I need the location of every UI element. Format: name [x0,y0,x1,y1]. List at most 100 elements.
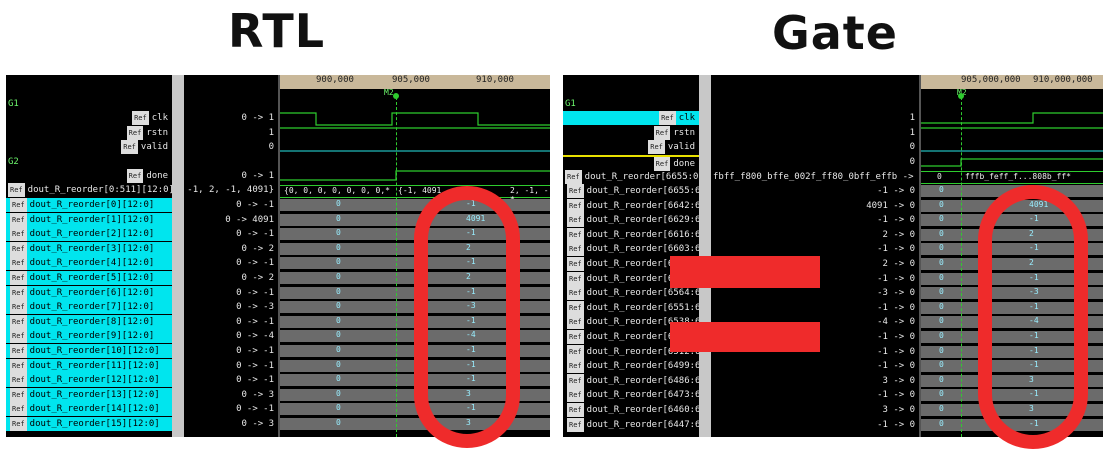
bus-element-row[interactable]: Ref dout_R_reorder[2][12:0] [6,227,172,242]
bus-element-row[interactable]: Ref dout_R_reorder[3][12:0] [6,241,172,256]
rtl-splitter-1[interactable] [172,75,184,437]
wave-old-value: 0 [336,257,341,267]
signal-type-icon: Ref [10,417,27,431]
signal-type-icon: Ref [10,344,27,358]
rstn-value: 1 [909,128,915,138]
signal-type-icon: Ref [567,315,584,330]
bus-element-value: 0 -> 2 [241,273,274,283]
signal-label: dout_R_reorder[1][12:0] [29,214,155,225]
wave-old-value: 0 [939,316,944,326]
bus-wave: {0, 0, 0, 0, 0, 0, 0,* {-1, 4091 2, -1, … [280,185,550,204]
signal-rstn[interactable]: Ref rstn [6,126,172,140]
bus-wave-old: 0 [937,172,942,181]
signal-type-icon: Ref [567,198,584,213]
signal-type-icon: Ref [567,344,584,359]
signal-type-icon: Ref [567,417,584,432]
signal-type-icon: Ref [659,111,676,125]
bus-element-row[interactable]: Ref dout_R_reorder[13][12:0] [6,387,172,402]
gate-title: Gate [772,6,898,60]
signal-label: dout_R_reorder[6460:6448] [586,405,699,415]
bus-element-row[interactable]: Refdout_R_reorder[6655:6643] [563,184,699,198]
gate-control-waves [921,93,1103,167]
bus-signal[interactable]: Ref dout_R_reorder[0:511][12:0] [6,183,172,197]
bus-element-row[interactable]: Ref dout_R_reorder[4][12:0] [6,256,172,271]
bus-element-value: 4091 -> 0 [866,200,915,211]
bus-element-row[interactable]: Refdout_R_reorder[6460:6448] [563,403,699,417]
signal-type-icon: Ref [132,111,149,125]
bus-element-row[interactable]: Refdout_R_reorder[6564:6552] [563,286,699,301]
bus-element-row[interactable]: Refdout_R_reorder[6603:6591] [563,242,699,257]
bus-element-row[interactable]: Ref dout_R_reorder[6][12:0] [6,285,172,300]
bus-element-row[interactable]: Ref dout_R_reorder[8][12:0] [6,314,172,329]
bus-element-row[interactable]: Refdout_R_reorder[6473:6461] [563,388,699,403]
signal-type-icon: Ref [567,213,584,228]
wave-old-value: 0 [939,360,944,370]
bus-element-row[interactable]: Refdout_R_reorder[6551:6539] [563,300,699,315]
bus-element-row[interactable]: Ref dout_R_reorder[15][12:0] [6,417,172,431]
bus-element-row[interactable]: Ref dout_R_reorder[12][12:0] [6,373,172,388]
bus-element-row[interactable]: Refdout_R_reorder[6486:6474] [563,373,699,388]
bus-element-row[interactable]: Ref dout_R_reorder[0][12:0] [6,198,172,212]
group-g1[interactable]: G1 [563,97,699,111]
wave-old-value: 0 [939,331,944,340]
signal-label: valid [667,142,695,152]
bus-element-row[interactable]: Ref dout_R_reorder[14][12:0] [6,402,172,417]
wave-old-value: 0 [939,389,944,399]
bus-element-value: 0 -> -4 [236,331,274,342]
bus-element-row[interactable]: Ref dout_R_reorder[11][12:0] [6,358,172,373]
signal-label: dout_R_reorder[4][12:0] [29,258,155,269]
signal-label: dout_R_reorder[6642:6630] [586,200,699,211]
signal-label: clk [678,113,695,123]
signal-label: dout_R_reorder[13][12:0] [29,389,160,400]
rtl-control-waves [280,93,550,181]
wave-old-value: 0 [336,315,341,325]
signal-label: dout_R_reorder[5][12:0] [29,273,155,283]
wave-old-value: 0 [336,388,341,398]
bus-element-row[interactable]: Refdout_R_reorder[6616:6604] [563,227,699,242]
valid-value: 0 [909,142,915,152]
signal-label: done [146,171,168,181]
rtl-signal-names: G1 Ref clk Ref rstn Ref valid G2 Ref done Re… [6,75,172,437]
bus-wave-new: fffb_feff_f...808b_ff* [965,172,1071,181]
bus-signal[interactable]: Ref dout_R_reorder[6655:0] [563,170,699,184]
wave-old-value: 0 [336,213,341,223]
signal-type-icon: Ref [10,198,27,212]
signal-label: dout_R_reorder[6447:6435] [586,419,699,430]
wave-old-value: 0 [939,185,944,194]
bus-element-row[interactable]: Refdout_R_reorder[6499:6487] [563,359,699,374]
bus-element-row[interactable]: Ref dout_R_reorder[7][12:0] [6,300,172,315]
bus-wave-new: {-1, 4091 [398,186,442,195]
signal-label: dout_R_reorder[7][12:0] [29,302,155,313]
bus-element-value: 3 -> 0 [882,405,915,415]
signal-clk[interactable]: Ref clk [563,111,699,125]
equals-sign-top [670,256,820,288]
done-wave [280,170,550,181]
signal-done[interactable]: Ref done [6,169,172,183]
gate-highlight-ellipse [978,185,1088,449]
bus-element-row[interactable]: Ref dout_R_reorder[10][12:0] [6,344,172,358]
bus-element-row[interactable]: Refdout_R_reorder[6629:6617] [563,213,699,228]
bus-element-value: 0 -> 3 [241,389,274,400]
signal-type-icon: Ref [567,373,584,388]
signal-valid[interactable]: Ref valid [6,140,172,154]
signal-type-icon: Ref [653,126,671,140]
signal-label: dout_R_reorder[6486:6474] [586,375,699,386]
signal-clk[interactable]: Ref clk [6,111,172,125]
signal-label: rstn [673,128,695,138]
group-g1[interactable]: G1 [6,97,172,111]
signal-type-icon: Ref [567,403,584,417]
bus-element-row[interactable]: Refdout_R_reorder[6447:6435] [563,417,699,432]
bus-element-row[interactable]: Ref dout_R_reorder[1][12:0] [6,212,172,227]
signal-done[interactable]: Ref done [563,155,699,171]
bus-value: -1, 2, -1, 4091} [187,185,274,195]
bus-element-row[interactable]: Ref dout_R_reorder[5][12:0] [6,271,172,285]
wave-old-value: 0 [939,272,944,282]
bus-element-row[interactable]: Ref dout_R_reorder[9][12:0] [6,329,172,344]
wave-old-value: 0 [939,228,944,238]
signal-rstn[interactable]: Ref rstn [563,126,699,140]
wave-old-value: 0 [939,199,944,209]
bus-element-row[interactable]: Refdout_R_reorder[6642:6630] [563,198,699,213]
signal-label: dout_R_reorder[6616:6604] [586,229,699,240]
group-g2[interactable]: G2 [6,155,172,169]
signal-valid[interactable]: Ref valid [563,140,699,154]
